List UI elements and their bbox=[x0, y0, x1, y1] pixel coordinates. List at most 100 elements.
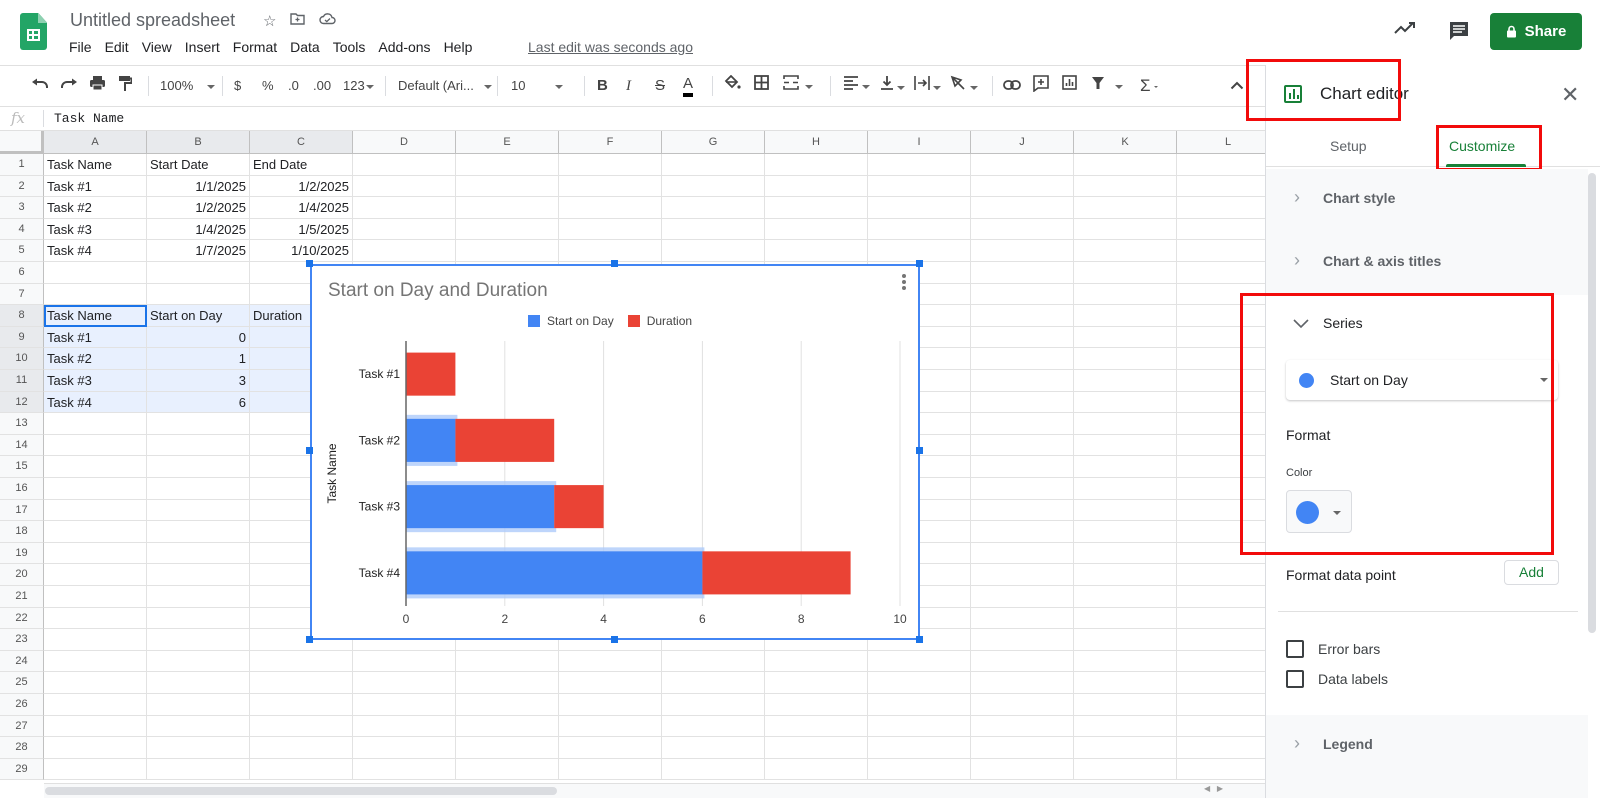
cell-L28[interactable] bbox=[1177, 737, 1265, 759]
cell-J19[interactable] bbox=[971, 542, 1074, 565]
cell-B19[interactable] bbox=[147, 542, 250, 565]
bold-button[interactable]: B bbox=[597, 75, 608, 97]
font-family-select[interactable]: Default (Ari... bbox=[398, 75, 492, 97]
cell-L23[interactable] bbox=[1177, 629, 1265, 651]
column-header-k[interactable]: K bbox=[1074, 131, 1177, 154]
cell-A29[interactable] bbox=[44, 758, 147, 781]
cell-B18[interactable] bbox=[147, 521, 250, 543]
insert-chart-icon[interactable] bbox=[1062, 75, 1077, 97]
cell-E27[interactable] bbox=[456, 715, 559, 738]
cell-C4[interactable]: 1/5/2025 bbox=[250, 218, 353, 241]
cell-B4[interactable]: 1/4/2025 bbox=[147, 218, 250, 241]
cell-L8[interactable] bbox=[1177, 305, 1265, 327]
cell-B5[interactable]: 1/7/2025 bbox=[147, 240, 250, 262]
cell-H5[interactable] bbox=[765, 240, 868, 262]
vertical-align-icon[interactable] bbox=[880, 75, 905, 97]
cell-K17[interactable] bbox=[1074, 499, 1177, 522]
cell-K28[interactable] bbox=[1074, 737, 1177, 759]
cell-A10[interactable]: Task #2 bbox=[44, 348, 147, 370]
move-folder-icon[interactable] bbox=[290, 12, 306, 30]
column-header-i[interactable]: I bbox=[868, 131, 971, 154]
cell-G5[interactable] bbox=[662, 240, 765, 262]
cell-L16[interactable] bbox=[1177, 478, 1265, 500]
cell-L10[interactable] bbox=[1177, 348, 1265, 370]
row-header-18[interactable]: 18 bbox=[0, 521, 44, 543]
row-header-13[interactable]: 13 bbox=[0, 413, 44, 435]
cell-L27[interactable] bbox=[1177, 716, 1265, 738]
cell-K12[interactable] bbox=[1074, 391, 1177, 414]
cell-J20[interactable] bbox=[971, 564, 1074, 586]
cell-L29[interactable] bbox=[1177, 759, 1265, 781]
row-header-20[interactable]: 20 bbox=[0, 564, 44, 586]
cell-A14[interactable] bbox=[44, 434, 147, 457]
cell-I28[interactable] bbox=[868, 737, 971, 759]
cell-F4[interactable] bbox=[559, 218, 662, 241]
panel-scrollbar[interactable] bbox=[1588, 173, 1596, 633]
row-header-12[interactable]: 12 bbox=[0, 391, 44, 414]
cell-A19[interactable] bbox=[44, 542, 147, 565]
cell-F5[interactable] bbox=[559, 240, 662, 262]
cell-A15[interactable] bbox=[44, 456, 147, 478]
cell-B20[interactable] bbox=[147, 564, 250, 586]
cell-D28[interactable] bbox=[353, 737, 456, 759]
cell-B7[interactable] bbox=[147, 283, 250, 306]
cell-A12[interactable]: Task #4 bbox=[44, 391, 147, 414]
cell-H26[interactable] bbox=[765, 694, 868, 716]
row-header-29[interactable]: 29 bbox=[0, 758, 44, 781]
cell-C28[interactable] bbox=[250, 737, 353, 759]
cell-L5[interactable] bbox=[1177, 240, 1265, 262]
collapse-toolbar-icon[interactable] bbox=[1230, 75, 1244, 97]
cell-K29[interactable] bbox=[1074, 758, 1177, 781]
cell-K26[interactable] bbox=[1074, 694, 1177, 716]
cell-K19[interactable] bbox=[1074, 542, 1177, 565]
cell-B23[interactable] bbox=[147, 629, 250, 651]
cell-B13[interactable] bbox=[147, 413, 250, 435]
cell-K22[interactable] bbox=[1074, 607, 1177, 630]
cell-L4[interactable] bbox=[1177, 219, 1265, 241]
row-header-11[interactable]: 11 bbox=[0, 370, 44, 392]
cell-L24[interactable] bbox=[1177, 651, 1265, 673]
cell-D5[interactable] bbox=[353, 240, 456, 262]
chevron-down-icon[interactable] bbox=[1293, 319, 1309, 329]
column-header-d[interactable]: D bbox=[353, 131, 456, 154]
cell-L26[interactable] bbox=[1177, 694, 1265, 716]
select-all-corner[interactable] bbox=[0, 131, 44, 154]
cell-H24[interactable] bbox=[765, 650, 868, 673]
cell-C24[interactable] bbox=[250, 650, 353, 673]
cell-J11[interactable] bbox=[971, 370, 1074, 392]
font-size-select[interactable]: 10 bbox=[511, 75, 564, 97]
cell-A9[interactable]: Task #1 bbox=[44, 326, 147, 349]
cell-H4[interactable] bbox=[765, 218, 868, 241]
cell-J18[interactable] bbox=[971, 521, 1074, 543]
resize-handle-t[interactable] bbox=[611, 260, 618, 267]
cell-B11[interactable]: 3 bbox=[147, 370, 250, 392]
cell-L15[interactable] bbox=[1177, 456, 1265, 478]
cell-D27[interactable] bbox=[353, 715, 456, 738]
embedded-chart[interactable]: 0 2 4 6 8 10 Task #1 Task #2 Task #3 Task #4 Task … bbox=[310, 264, 920, 640]
document-title[interactable]: Untitled spreadsheet bbox=[70, 10, 235, 31]
cell-L12[interactable] bbox=[1177, 392, 1265, 414]
cell-K14[interactable] bbox=[1074, 434, 1177, 457]
cell-K20[interactable] bbox=[1074, 564, 1177, 586]
cell-D25[interactable] bbox=[353, 672, 456, 694]
cell-F3[interactable] bbox=[559, 197, 662, 219]
cell-B29[interactable] bbox=[147, 758, 250, 781]
row-header-22[interactable]: 22 bbox=[0, 607, 44, 630]
cell-G25[interactable] bbox=[662, 672, 765, 694]
cell-K18[interactable] bbox=[1074, 521, 1177, 543]
cell-B17[interactable] bbox=[147, 499, 250, 522]
menu-view[interactable]: View bbox=[142, 39, 178, 55]
cell-G28[interactable] bbox=[662, 737, 765, 759]
cell-J12[interactable] bbox=[971, 391, 1074, 414]
row-header-15[interactable]: 15 bbox=[0, 456, 44, 478]
cell-K9[interactable] bbox=[1074, 326, 1177, 349]
cell-F2[interactable] bbox=[559, 175, 662, 198]
cell-J5[interactable] bbox=[971, 240, 1074, 262]
cell-I24[interactable] bbox=[868, 650, 971, 673]
error-bars-checkbox[interactable] bbox=[1286, 640, 1304, 658]
cell-A27[interactable] bbox=[44, 715, 147, 738]
row-header-19[interactable]: 19 bbox=[0, 542, 44, 565]
cell-J16[interactable] bbox=[971, 478, 1074, 500]
cell-K3[interactable] bbox=[1074, 197, 1177, 219]
scroll-arrows[interactable]: ◀ ▶ bbox=[1204, 784, 1264, 798]
